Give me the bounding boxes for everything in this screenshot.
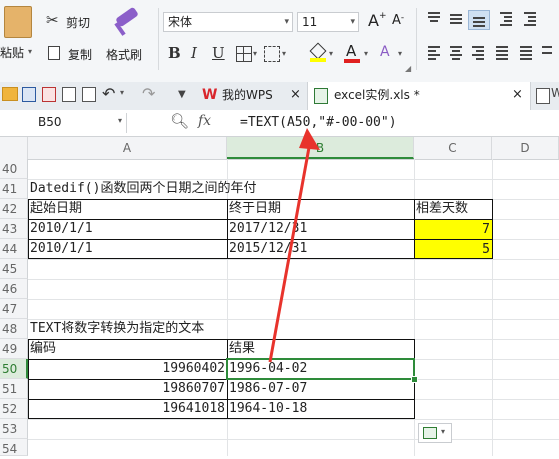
annotation-arrow <box>268 128 320 363</box>
